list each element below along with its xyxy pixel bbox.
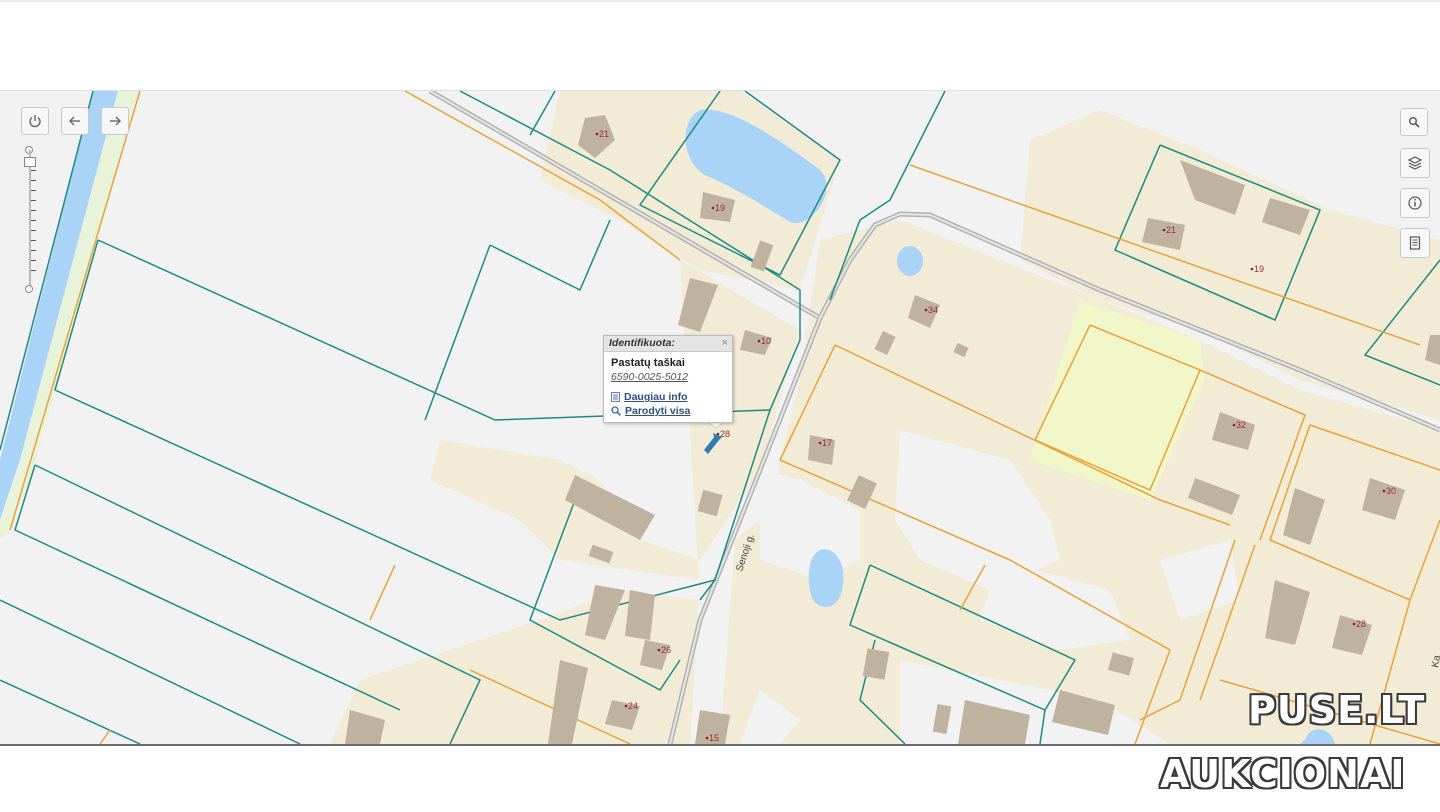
house-point (1382, 489, 1386, 493)
house-number-label: 32 (1236, 420, 1246, 430)
zoom-tick (31, 260, 36, 261)
house-number-label: 19 (1254, 264, 1264, 274)
house-number-label: 10 (761, 336, 771, 346)
zoom-tick (31, 200, 36, 201)
watermark-line2: AUKCIONAI (1160, 752, 1406, 796)
house-number-label: 30 (1386, 486, 1396, 496)
zoom-out-end[interactable] (25, 285, 33, 293)
house-number-label: 21 (599, 129, 609, 139)
arrow-left-icon[interactable] (61, 107, 89, 135)
house-point (1162, 228, 1166, 232)
house-point (595, 132, 599, 136)
canal (0, 91, 118, 520)
house-point (757, 339, 761, 343)
document-small-icon (611, 392, 620, 402)
house-point (818, 441, 822, 445)
house-point (1232, 423, 1236, 427)
zoom-tick (31, 180, 36, 181)
house-point (924, 308, 928, 312)
house-point (1250, 267, 1254, 271)
zoom-tick (31, 250, 36, 251)
house-number-label: 28 (720, 429, 730, 439)
info-icon[interactable] (1400, 188, 1430, 218)
arrow-right-icon[interactable] (101, 107, 129, 135)
zoom-tick (31, 220, 36, 221)
house-number-label: 34 (928, 305, 938, 315)
land-areas (330, 91, 1440, 744)
zoom-tick (31, 270, 36, 271)
house-point (624, 704, 628, 708)
zoom-knob[interactable] (24, 157, 36, 167)
identify-popup[interactable]: Identifikuota: × Pastatų taškai 6590-002… (603, 335, 733, 423)
close-icon[interactable]: × (722, 337, 728, 350)
house-point (1352, 622, 1356, 626)
more-info-label[interactable]: Daugiau info (624, 391, 688, 403)
house-number-label: 17 (822, 438, 832, 448)
house-number-label: 15 (709, 733, 719, 743)
building-id-link[interactable]: 6590-0025-5012 (611, 371, 725, 383)
popup-header: Identifikuota: (604, 336, 732, 352)
search-icon[interactable] (1400, 108, 1428, 136)
popup-title: Pastatų taškai (611, 357, 685, 369)
house-point (657, 648, 661, 652)
canal-bank (0, 91, 140, 540)
watermark-line1: PUSE.LT (1248, 688, 1426, 732)
show-all-label[interactable]: Parodyti visa (625, 405, 690, 417)
street-label-partial: Ka (1430, 654, 1440, 668)
house-number-label: 24 (628, 701, 638, 711)
document-icon[interactable] (1400, 228, 1430, 258)
top-divider (0, 0, 1440, 2)
zoom-tick (31, 190, 36, 191)
house-number-label: 21 (1166, 225, 1176, 235)
top-header-band (0, 0, 1440, 91)
show-all-link[interactable]: Parodyti visa (611, 405, 725, 417)
house-number-label: 19 (715, 203, 725, 213)
zoom-tick (31, 230, 36, 231)
power-icon[interactable] (21, 107, 49, 135)
more-info-link[interactable]: Daugiau info (611, 391, 725, 403)
layers-icon[interactable] (1400, 148, 1430, 178)
house-point (705, 736, 709, 740)
zoom-tick (31, 170, 36, 171)
zoom-tick (31, 210, 36, 211)
house-point (711, 206, 715, 210)
house-number-label: 26 (661, 645, 671, 655)
house-number-label: 28 (1356, 619, 1366, 629)
zoom-tick (31, 240, 36, 241)
zoom-small-icon (611, 406, 621, 416)
